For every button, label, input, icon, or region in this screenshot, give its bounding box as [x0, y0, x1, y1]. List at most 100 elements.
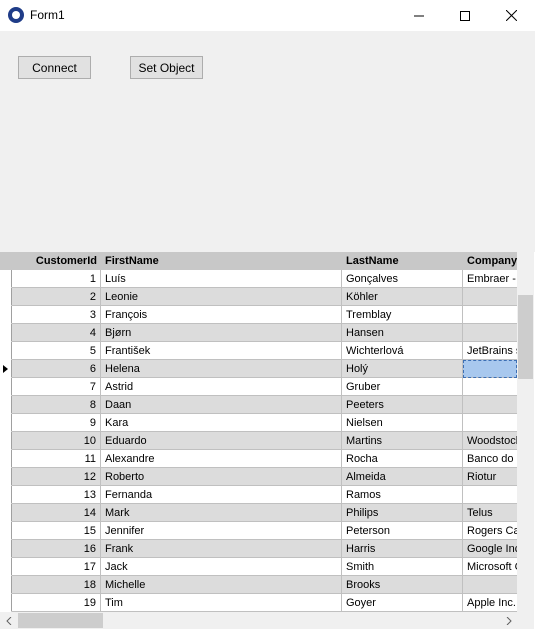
- table-row[interactable]: 15 Jennifer Peterson Rogers Ca: [0, 522, 517, 540]
- cell-lastname[interactable]: Köhler: [342, 288, 463, 306]
- cell-firstname[interactable]: Roberto: [101, 468, 342, 486]
- table-row[interactable]: 19 Tim Goyer Apple Inc.: [0, 594, 517, 612]
- column-header-customerid[interactable]: CustomerId: [12, 252, 101, 270]
- row-header[interactable]: [0, 450, 12, 468]
- cell-customerid[interactable]: 1: [12, 270, 101, 288]
- cell-firstname[interactable]: Bjørn: [101, 324, 342, 342]
- cell-lastname[interactable]: Nielsen: [342, 414, 463, 432]
- cell-firstname[interactable]: Mark: [101, 504, 342, 522]
- cell-customerid[interactable]: 15: [12, 522, 101, 540]
- table-row[interactable]: 9 Kara Nielsen: [0, 414, 517, 432]
- cell-firstname[interactable]: Helena: [101, 360, 342, 378]
- cell-firstname[interactable]: François: [101, 306, 342, 324]
- row-header[interactable]: [0, 306, 12, 324]
- cell-lastname[interactable]: Peterson: [342, 522, 463, 540]
- row-header[interactable]: [0, 558, 12, 576]
- cell-firstname[interactable]: Leonie: [101, 288, 342, 306]
- cell-company[interactable]: [463, 378, 517, 396]
- row-header[interactable]: [0, 540, 12, 558]
- cell-lastname[interactable]: Gruber: [342, 378, 463, 396]
- maximize-button[interactable]: [442, 0, 488, 31]
- cell-company[interactable]: [463, 324, 517, 342]
- cell-firstname[interactable]: Luís: [101, 270, 342, 288]
- cell-customerid[interactable]: 10: [12, 432, 101, 450]
- vertical-scroll-thumb[interactable]: [518, 295, 533, 379]
- cell-company[interactable]: Apple Inc.: [463, 594, 517, 612]
- horizontal-scroll-thumb[interactable]: [18, 613, 103, 628]
- table-row[interactable]: 5 František Wichterlová JetBrains s: [0, 342, 517, 360]
- cell-lastname[interactable]: Hansen: [342, 324, 463, 342]
- table-row[interactable]: 7 Astrid Gruber: [0, 378, 517, 396]
- cell-company[interactable]: Rogers Ca: [463, 522, 517, 540]
- cell-customerid[interactable]: 17: [12, 558, 101, 576]
- cell-customerid[interactable]: 8: [12, 396, 101, 414]
- table-row[interactable]: 13 Fernanda Ramos: [0, 486, 517, 504]
- cell-lastname[interactable]: Rocha: [342, 450, 463, 468]
- cell-firstname[interactable]: Fernanda: [101, 486, 342, 504]
- cell-company[interactable]: [463, 414, 517, 432]
- cell-company[interactable]: [463, 576, 517, 594]
- cell-customerid[interactable]: 6: [12, 360, 101, 378]
- row-header[interactable]: [0, 522, 12, 540]
- cell-company[interactable]: [463, 288, 517, 306]
- cell-customerid[interactable]: 14: [12, 504, 101, 522]
- customers-data-grid[interactable]: CustomerId FirstName LastName Company 1L…: [0, 252, 535, 630]
- cell-lastname[interactable]: Peeters: [342, 396, 463, 414]
- cell-lastname[interactable]: Holý: [342, 360, 463, 378]
- row-header[interactable]: [0, 360, 12, 378]
- table-row[interactable]: 11AlexandreRochaBanco do B: [0, 450, 517, 468]
- row-header[interactable]: [0, 468, 12, 486]
- column-header-firstname[interactable]: FirstName: [101, 252, 342, 270]
- row-header[interactable]: [0, 324, 12, 342]
- cell-company[interactable]: [463, 396, 517, 414]
- table-row[interactable]: 18 Michelle Brooks: [0, 576, 517, 594]
- close-button[interactable]: [488, 0, 534, 31]
- table-row[interactable]: 12 Roberto Almeida Riotur: [0, 468, 517, 486]
- set-object-button[interactable]: Set Object: [130, 56, 203, 79]
- table-row[interactable]: 8 Daan Peeters: [0, 396, 517, 414]
- cell-lastname[interactable]: Martins: [342, 432, 463, 450]
- cell-company[interactable]: Telus: [463, 504, 517, 522]
- cell-company[interactable]: Woodstock: [463, 432, 517, 450]
- minimize-button[interactable]: [396, 0, 442, 31]
- row-header[interactable]: [0, 378, 12, 396]
- scroll-left-button[interactable]: [0, 612, 17, 629]
- cell-company[interactable]: Embraer -: [463, 270, 517, 288]
- cell-firstname[interactable]: Astrid: [101, 378, 342, 396]
- title-bar[interactable]: Form1: [0, 0, 535, 31]
- cell-firstname[interactable]: Jennifer: [101, 522, 342, 540]
- cell-firstname[interactable]: Alexandre: [101, 450, 342, 468]
- row-header[interactable]: [0, 486, 12, 504]
- scroll-right-button[interactable]: [500, 612, 517, 629]
- header-corner[interactable]: [0, 252, 12, 270]
- row-header[interactable]: [0, 396, 12, 414]
- row-header[interactable]: [0, 594, 12, 612]
- cell-lastname[interactable]: Almeida: [342, 468, 463, 486]
- horizontal-scrollbar[interactable]: [0, 612, 517, 629]
- cell-customerid[interactable]: 12: [12, 468, 101, 486]
- table-row[interactable]: 3 François Tremblay: [0, 306, 517, 324]
- app-icon[interactable]: [8, 7, 24, 23]
- cell-company[interactable]: Google Inc: [463, 540, 517, 558]
- cell-customerid[interactable]: 3: [12, 306, 101, 324]
- cell-firstname[interactable]: Daan: [101, 396, 342, 414]
- cell-company[interactable]: [463, 486, 517, 504]
- cell-customerid[interactable]: 18: [12, 576, 101, 594]
- cell-customerid[interactable]: 5: [12, 342, 101, 360]
- table-row[interactable]: 14 Mark Philips Telus: [0, 504, 517, 522]
- cell-firstname[interactable]: Jack: [101, 558, 342, 576]
- cell-customerid[interactable]: 4: [12, 324, 101, 342]
- cell-firstname[interactable]: Kara: [101, 414, 342, 432]
- cell-lastname[interactable]: Ramos: [342, 486, 463, 504]
- cell-company[interactable]: [463, 360, 517, 378]
- row-header[interactable]: [0, 288, 12, 306]
- cell-firstname[interactable]: Tim: [101, 594, 342, 612]
- cell-customerid[interactable]: 7: [12, 378, 101, 396]
- cell-lastname[interactable]: Tremblay: [342, 306, 463, 324]
- table-row[interactable]: 6 Helena Holý: [0, 360, 517, 378]
- row-header[interactable]: [0, 432, 12, 450]
- cell-customerid[interactable]: 9: [12, 414, 101, 432]
- cell-customerid[interactable]: 2: [12, 288, 101, 306]
- vertical-scrollbar[interactable]: [517, 252, 534, 612]
- table-row[interactable]: 17JackSmithMicrosoft C: [0, 558, 517, 576]
